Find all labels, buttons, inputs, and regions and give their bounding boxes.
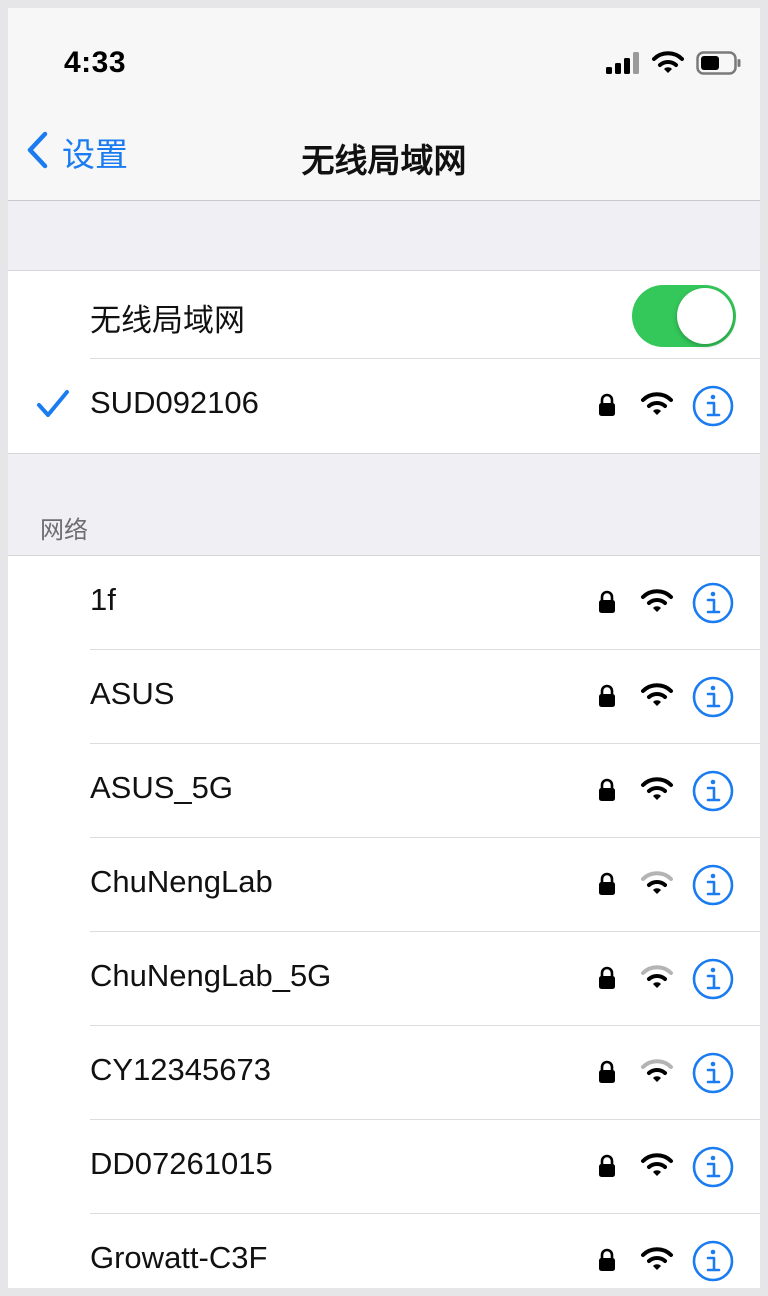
battery-icon xyxy=(696,50,742,80)
page-title: 无线局域网 xyxy=(301,142,467,179)
networks-section-header: 网络 xyxy=(40,517,88,544)
info-icon[interactable] xyxy=(692,676,734,723)
network-row[interactable]: DD07261015 xyxy=(8,1120,760,1214)
wifi-toggle-label: 无线局域网 xyxy=(90,303,245,338)
connected-network-row[interactable]: SUD092106 xyxy=(8,359,760,453)
network-row[interactable]: Growatt-C3F xyxy=(8,1214,760,1288)
lock-icon xyxy=(598,1248,616,1277)
wifi-signal-strong-icon xyxy=(640,1246,674,1277)
network-row[interactable]: ASUS xyxy=(8,650,760,744)
networks-list: 1f ASUS ASUS_5G ChuNengLab ChuNengLab_5G… xyxy=(8,555,760,1288)
wifi-signal-strong-icon xyxy=(640,588,674,619)
network-name: CY12345673 xyxy=(90,1052,271,1087)
lock-icon xyxy=(598,1060,616,1089)
network-name: Growatt-C3F xyxy=(90,1240,268,1275)
network-row[interactable]: 1f xyxy=(8,556,760,650)
lock-icon xyxy=(598,778,616,807)
lock-icon xyxy=(598,966,616,995)
network-row[interactable]: ChuNengLab xyxy=(8,838,760,932)
info-icon[interactable] xyxy=(692,582,734,629)
wifi-signal-strong-icon xyxy=(640,1152,674,1183)
wifi-signal-medium-icon xyxy=(640,1058,674,1089)
lock-icon xyxy=(598,684,616,713)
navigation-bar: 设置 无线局域网 xyxy=(8,108,760,201)
wifi-toggle-switch[interactable] xyxy=(632,285,736,347)
lock-icon xyxy=(598,393,616,422)
wifi-settings-screen: 4:33 设置 无线局域网 无线局域网 SUD092106 网络 1f ASUS… xyxy=(8,8,760,1288)
checkmark-icon xyxy=(36,389,70,424)
info-icon[interactable] xyxy=(692,864,734,911)
lock-icon xyxy=(598,590,616,619)
connected-network-name: SUD092106 xyxy=(90,385,259,420)
network-row[interactable]: CY12345673 xyxy=(8,1026,760,1120)
network-name: ChuNengLab xyxy=(90,864,273,899)
lock-icon xyxy=(598,872,616,901)
info-icon[interactable] xyxy=(692,958,734,1005)
lock-icon xyxy=(598,1154,616,1183)
network-name: ChuNengLab_5G xyxy=(90,958,332,993)
info-icon[interactable] xyxy=(692,1240,734,1287)
info-icon[interactable] xyxy=(692,1052,734,1099)
network-name: ASUS xyxy=(90,676,175,711)
wifi-signal-strong-icon xyxy=(640,391,674,422)
info-icon[interactable] xyxy=(692,770,734,817)
wifi-signal-strong-icon xyxy=(640,682,674,713)
status-time: 4:33 xyxy=(64,46,127,79)
wifi-signal-medium-icon xyxy=(640,964,674,995)
network-row[interactable]: ASUS_5G xyxy=(8,744,760,838)
wifi-signal-strong-icon xyxy=(640,776,674,807)
info-icon[interactable] xyxy=(692,1146,734,1193)
info-icon[interactable] xyxy=(692,385,734,432)
wifi-toggle-row: 无线局域网 xyxy=(8,271,760,359)
network-row[interactable]: ChuNengLab_5G xyxy=(8,932,760,1026)
cellular-signal-icon xyxy=(606,51,640,79)
wifi-main-group: 无线局域网 SUD092106 xyxy=(8,270,760,454)
toggle-knob xyxy=(677,288,733,344)
network-name: 1f xyxy=(90,582,116,617)
wifi-icon xyxy=(652,50,684,80)
network-name: ASUS_5G xyxy=(90,770,234,805)
status-bar: 4:33 xyxy=(8,8,760,118)
wifi-signal-medium-icon xyxy=(640,870,674,901)
network-name: DD07261015 xyxy=(90,1146,273,1181)
